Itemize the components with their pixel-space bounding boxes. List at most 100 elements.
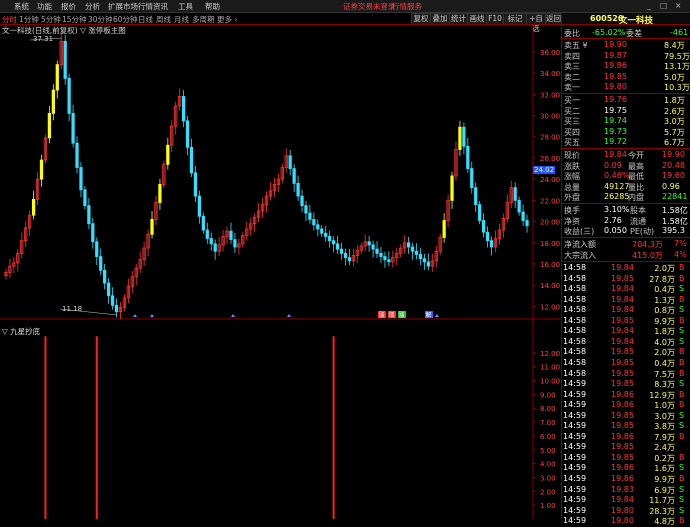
menu-item-5[interactable]: 资讯 bbox=[153, 1, 168, 12]
stat2-l2-0: 股本 bbox=[630, 206, 646, 215]
buy-price-1: 19.75 bbox=[604, 105, 627, 115]
signal-tag-2: 涨 bbox=[399, 311, 405, 319]
candle-body-19 bbox=[79, 167, 83, 191]
tick-vol-5: 9.9万 bbox=[654, 316, 675, 326]
weidiff-value: -461 bbox=[670, 28, 689, 37]
tick-price-4: 19.84 bbox=[611, 305, 634, 315]
tick-time-16: 14:59 bbox=[563, 431, 587, 441]
tick-time-23: 14:59 bbox=[563, 505, 587, 515]
tick-vol-13: 1.0万 bbox=[654, 401, 675, 411]
flow-value-0: 704.3万 bbox=[632, 240, 663, 249]
tick-side-4: S bbox=[679, 305, 685, 315]
candle-body-37 bbox=[150, 219, 154, 235]
candle-body-82 bbox=[328, 236, 332, 242]
tick-price-1: 19.85 bbox=[611, 273, 634, 283]
stat-l2-0: 今开 bbox=[628, 151, 644, 160]
tick-time-2: 14:58 bbox=[563, 284, 587, 294]
stat-v2-3: 0.96 bbox=[662, 181, 680, 191]
signal-tag-3: 解 bbox=[426, 311, 432, 319]
sell-label-0: 卖五 ¥ bbox=[564, 41, 588, 50]
stat-l1-2: 涨幅 bbox=[564, 172, 580, 181]
menu-item-4[interactable]: 扩展市场行情 bbox=[108, 1, 153, 12]
stat-v1-3: 49127 bbox=[604, 181, 630, 191]
sell-vol-4: 10.3万 bbox=[664, 83, 690, 92]
tick-side-18: B bbox=[679, 452, 685, 462]
y-tick-label-5: 26.00 bbox=[540, 155, 560, 163]
tick-side-0: B bbox=[679, 263, 685, 272]
tick-time-17: 14:59 bbox=[563, 442, 587, 452]
tick-price-13: 19.86 bbox=[611, 400, 634, 410]
candle-body-104 bbox=[414, 250, 419, 255]
buy-price-2: 19.74 bbox=[604, 116, 627, 125]
candle-body-50 bbox=[201, 215, 205, 231]
candle-body-81 bbox=[324, 232, 328, 237]
flow-label-0: 净流入额 bbox=[564, 240, 596, 249]
login-notice[interactable]: 证券交易未登录 bbox=[343, 1, 396, 12]
main-chart-title: 文一科技(日线,前复权) ▽ 涨停板主图 bbox=[2, 26, 126, 35]
sub-signal-bar-2 bbox=[332, 336, 335, 519]
menu-item-2[interactable]: 报价 bbox=[61, 1, 76, 12]
signal-tag-1: 增 bbox=[389, 311, 395, 319]
tick-time-12: 14:59 bbox=[563, 389, 587, 399]
candle-body-22 bbox=[91, 223, 95, 243]
tick-time-15: 14:59 bbox=[563, 421, 587, 431]
menu-item-7[interactable]: 帮助 bbox=[205, 1, 220, 12]
current-price-marker: 24.02 bbox=[533, 166, 556, 174]
candle-body-12 bbox=[51, 89, 55, 114]
stat-l1-0: 现价 bbox=[564, 151, 580, 160]
candle-body-52 bbox=[209, 238, 213, 245]
candle-body-21 bbox=[87, 205, 91, 225]
chart-area[interactable]: 36.00 34.00 32.00 30.00 28.00 26.00 24.00 22.00… bbox=[0, 24, 560, 519]
stat2-l1-0: 换手 bbox=[564, 206, 580, 215]
candle-body-15 bbox=[63, 40, 67, 79]
tick-price-19: 19.86 bbox=[611, 463, 634, 473]
y-tick-label-0: 36.00 bbox=[540, 49, 560, 57]
window-btn-1[interactable]: □ bbox=[660, 1, 667, 10]
tick-time-1: 14:58 bbox=[563, 273, 587, 283]
tick-side-12: B bbox=[679, 389, 685, 399]
tick-time-5: 14:58 bbox=[563, 315, 587, 325]
tick-price-14: 19.85 bbox=[611, 410, 634, 420]
stat2-v2-0: 1.58亿 bbox=[662, 206, 688, 215]
buy-price-0: 19.76 bbox=[604, 95, 627, 104]
tick-side-22: S bbox=[679, 495, 685, 505]
y-tick-label-12: 12.00 bbox=[540, 303, 560, 311]
tick-vol-20: 9.9万 bbox=[654, 475, 675, 484]
flow-pct-0: 7% bbox=[674, 239, 687, 248]
tick-side-9: B bbox=[679, 357, 685, 367]
tick-vol-9: 0.4万 bbox=[654, 358, 675, 368]
stat2-v1-0: 3.10% bbox=[604, 205, 630, 214]
stat-l2-1: 最高 bbox=[628, 161, 644, 171]
tick-price-2: 19.84 bbox=[611, 284, 634, 294]
stat2-l2-1: 流通 bbox=[630, 216, 646, 226]
tick-price-21: 19.83 bbox=[611, 484, 634, 494]
tick-price-5: 19.85 bbox=[611, 315, 634, 325]
menu-item-0[interactable]: 系统 bbox=[14, 1, 29, 12]
tick-side-14: S bbox=[679, 410, 685, 420]
tick-vol-14: 3.0万 bbox=[654, 411, 675, 421]
kline-chart-svg[interactable]: 36.00 34.00 32.00 30.00 28.00 26.00 24.00 22.00… bbox=[0, 24, 560, 519]
y-tick-label-10: 16.00 bbox=[540, 261, 560, 269]
window-btn-0[interactable]: _ bbox=[647, 1, 651, 10]
candle-body-17 bbox=[71, 113, 75, 144]
service-notice[interactable]: 行情服务 bbox=[392, 1, 422, 12]
menu-item-6[interactable]: 工具 bbox=[178, 1, 193, 12]
candle-body-27 bbox=[110, 295, 115, 306]
candle-body-75 bbox=[300, 195, 304, 207]
menu-item-1[interactable]: 功能 bbox=[37, 1, 52, 12]
tick-price-18: 19.85 bbox=[611, 452, 634, 462]
tick-time-18: 14:59 bbox=[563, 452, 587, 462]
tick-side-16: B bbox=[679, 431, 685, 441]
stat-v1-4: 26285 bbox=[604, 192, 630, 201]
sub-signal-bar-0 bbox=[44, 336, 47, 519]
sell-label-2: 卖三 bbox=[564, 62, 580, 71]
window-btn-2[interactable]: × bbox=[675, 1, 681, 10]
buy-label-2: 买三 bbox=[564, 117, 580, 126]
tick-side-2: S bbox=[679, 284, 685, 294]
candle-body-129 bbox=[513, 187, 517, 201]
sub-y-tick-label-3: 9.00 bbox=[540, 391, 556, 399]
candle-body-105 bbox=[418, 254, 423, 260]
menu-item-3[interactable]: 分析 bbox=[85, 1, 100, 12]
tick-time-11: 14:59 bbox=[563, 379, 587, 389]
stat2-l2-2: PE(动) bbox=[630, 227, 655, 236]
